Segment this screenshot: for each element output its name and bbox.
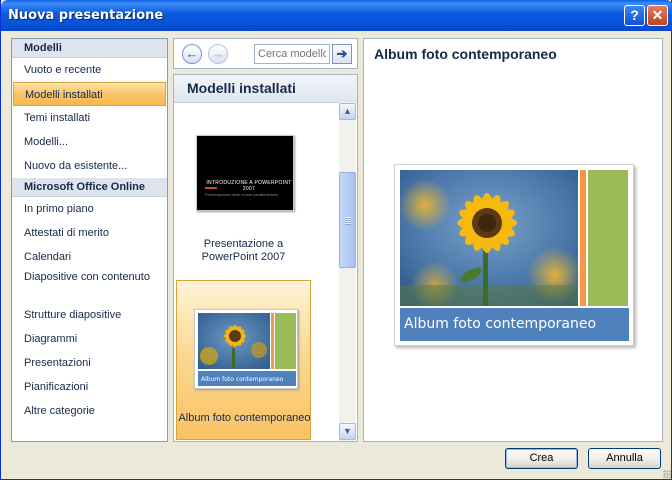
- slide-caption-bar: Album foto contemporaneo: [400, 308, 629, 341]
- preview-slide: Album foto contemporaneo: [394, 164, 634, 346]
- sunflower-thumbnail-image: Album foto contemporaneo: [198, 313, 296, 386]
- templates-scrollbar[interactable]: ▲ ▼: [339, 102, 356, 441]
- sidebar-item-presentazioni[interactable]: Presentazioni: [12, 351, 167, 375]
- sidebar-item-in-primo-piano[interactable]: In primo piano: [12, 197, 167, 221]
- resize-grip[interactable]: [663, 470, 671, 478]
- title-bar: Nuova presentazione ? ✕: [1, 0, 672, 31]
- sidebar-item-attestati[interactable]: Attestati di merito: [12, 221, 167, 245]
- sidebar-item-pianificazioni[interactable]: Pianificazioni: [12, 375, 167, 399]
- create-button[interactable]: Crea: [505, 448, 578, 469]
- templates-list: Modelli installati INTRODUZIONE A POWERP…: [173, 74, 358, 442]
- sidebar-item-modelli[interactable]: Modelli...: [12, 130, 167, 154]
- cancel-button[interactable]: Annulla: [588, 448, 661, 469]
- sidebar-item-nuovo-da-esistente[interactable]: Nuovo da esistente...: [12, 154, 167, 178]
- slide-caption-text: Album foto contemporaneo: [404, 316, 597, 332]
- section-header-modelli: Modelli: [12, 39, 167, 58]
- dialog-window: Nuova presentazione ? ✕ Modelli Vuoto e …: [0, 0, 672, 480]
- scroll-grip: [345, 217, 351, 225]
- help-button[interactable]: ?: [624, 5, 645, 26]
- templates-header: Modelli installati: [174, 75, 357, 103]
- sidebar-item-strutture[interactable]: Strutture diapositive: [12, 303, 167, 327]
- forward-arrow-icon[interactable]: →: [208, 44, 228, 64]
- preview-title: Album foto contemporaneo: [374, 46, 557, 62]
- template-thumbnail: Album foto contemporaneo: [194, 309, 298, 389]
- preview-panel: Album foto contemporaneo Album foto cont…: [363, 38, 663, 442]
- sidebar-item-diapositive-contenuto[interactable]: Diapositive con contenuto: [12, 269, 167, 303]
- thumb-subtitle: Presentazione delle nuove caratteristich…: [205, 192, 279, 197]
- sidebar-item-modelli-installati[interactable]: Modelli installati: [13, 82, 166, 106]
- template-thumbnail: INTRODUZIONE A POWERPOINT 2007 Presentaz…: [196, 135, 294, 211]
- template-caption: Presentazione a PowerPoint 2007: [201, 238, 286, 263]
- sidebar-item-temi-installati[interactable]: Temi installati: [12, 106, 167, 130]
- template-item-album-foto[interactable]: Album foto contemporaneo Album foto cont…: [176, 280, 311, 440]
- back-arrow-icon[interactable]: ←: [182, 44, 202, 64]
- window-title: Nuova presentazione: [8, 8, 164, 23]
- template-item-powerpoint-2007[interactable]: INTRODUZIONE A POWERPOINT 2007 Presentaz…: [176, 107, 311, 277]
- search-go-icon[interactable]: ➔: [332, 44, 352, 64]
- thumb-caption: Album foto contemporaneo: [201, 376, 284, 383]
- thumb-accent: [205, 187, 217, 189]
- sidebar-item-altre-categorie[interactable]: Altre categorie: [12, 399, 167, 423]
- scroll-thumb[interactable]: [339, 172, 356, 268]
- sidebar-item-calendari[interactable]: Calendari: [12, 245, 167, 269]
- section-header-office-online: Microsoft Office Online: [12, 178, 167, 197]
- sidebar-item-vuoto-e-recente[interactable]: Vuoto e recente: [12, 58, 167, 82]
- close-button[interactable]: ✕: [647, 5, 668, 26]
- scroll-up-icon[interactable]: ▲: [339, 103, 356, 120]
- navigation-bar: ← → ➔: [173, 38, 358, 69]
- sidebar-item-diagrammi[interactable]: Diagrammi: [12, 327, 167, 351]
- scroll-down-icon[interactable]: ▼: [339, 423, 356, 440]
- search-input[interactable]: [254, 44, 330, 64]
- category-panel: Modelli Vuoto e recente Modelli installa…: [11, 38, 168, 442]
- template-caption: Album foto contemporaneo: [178, 412, 311, 424]
- thumb-title: INTRODUZIONE A POWERPOINT 2007: [206, 180, 292, 192]
